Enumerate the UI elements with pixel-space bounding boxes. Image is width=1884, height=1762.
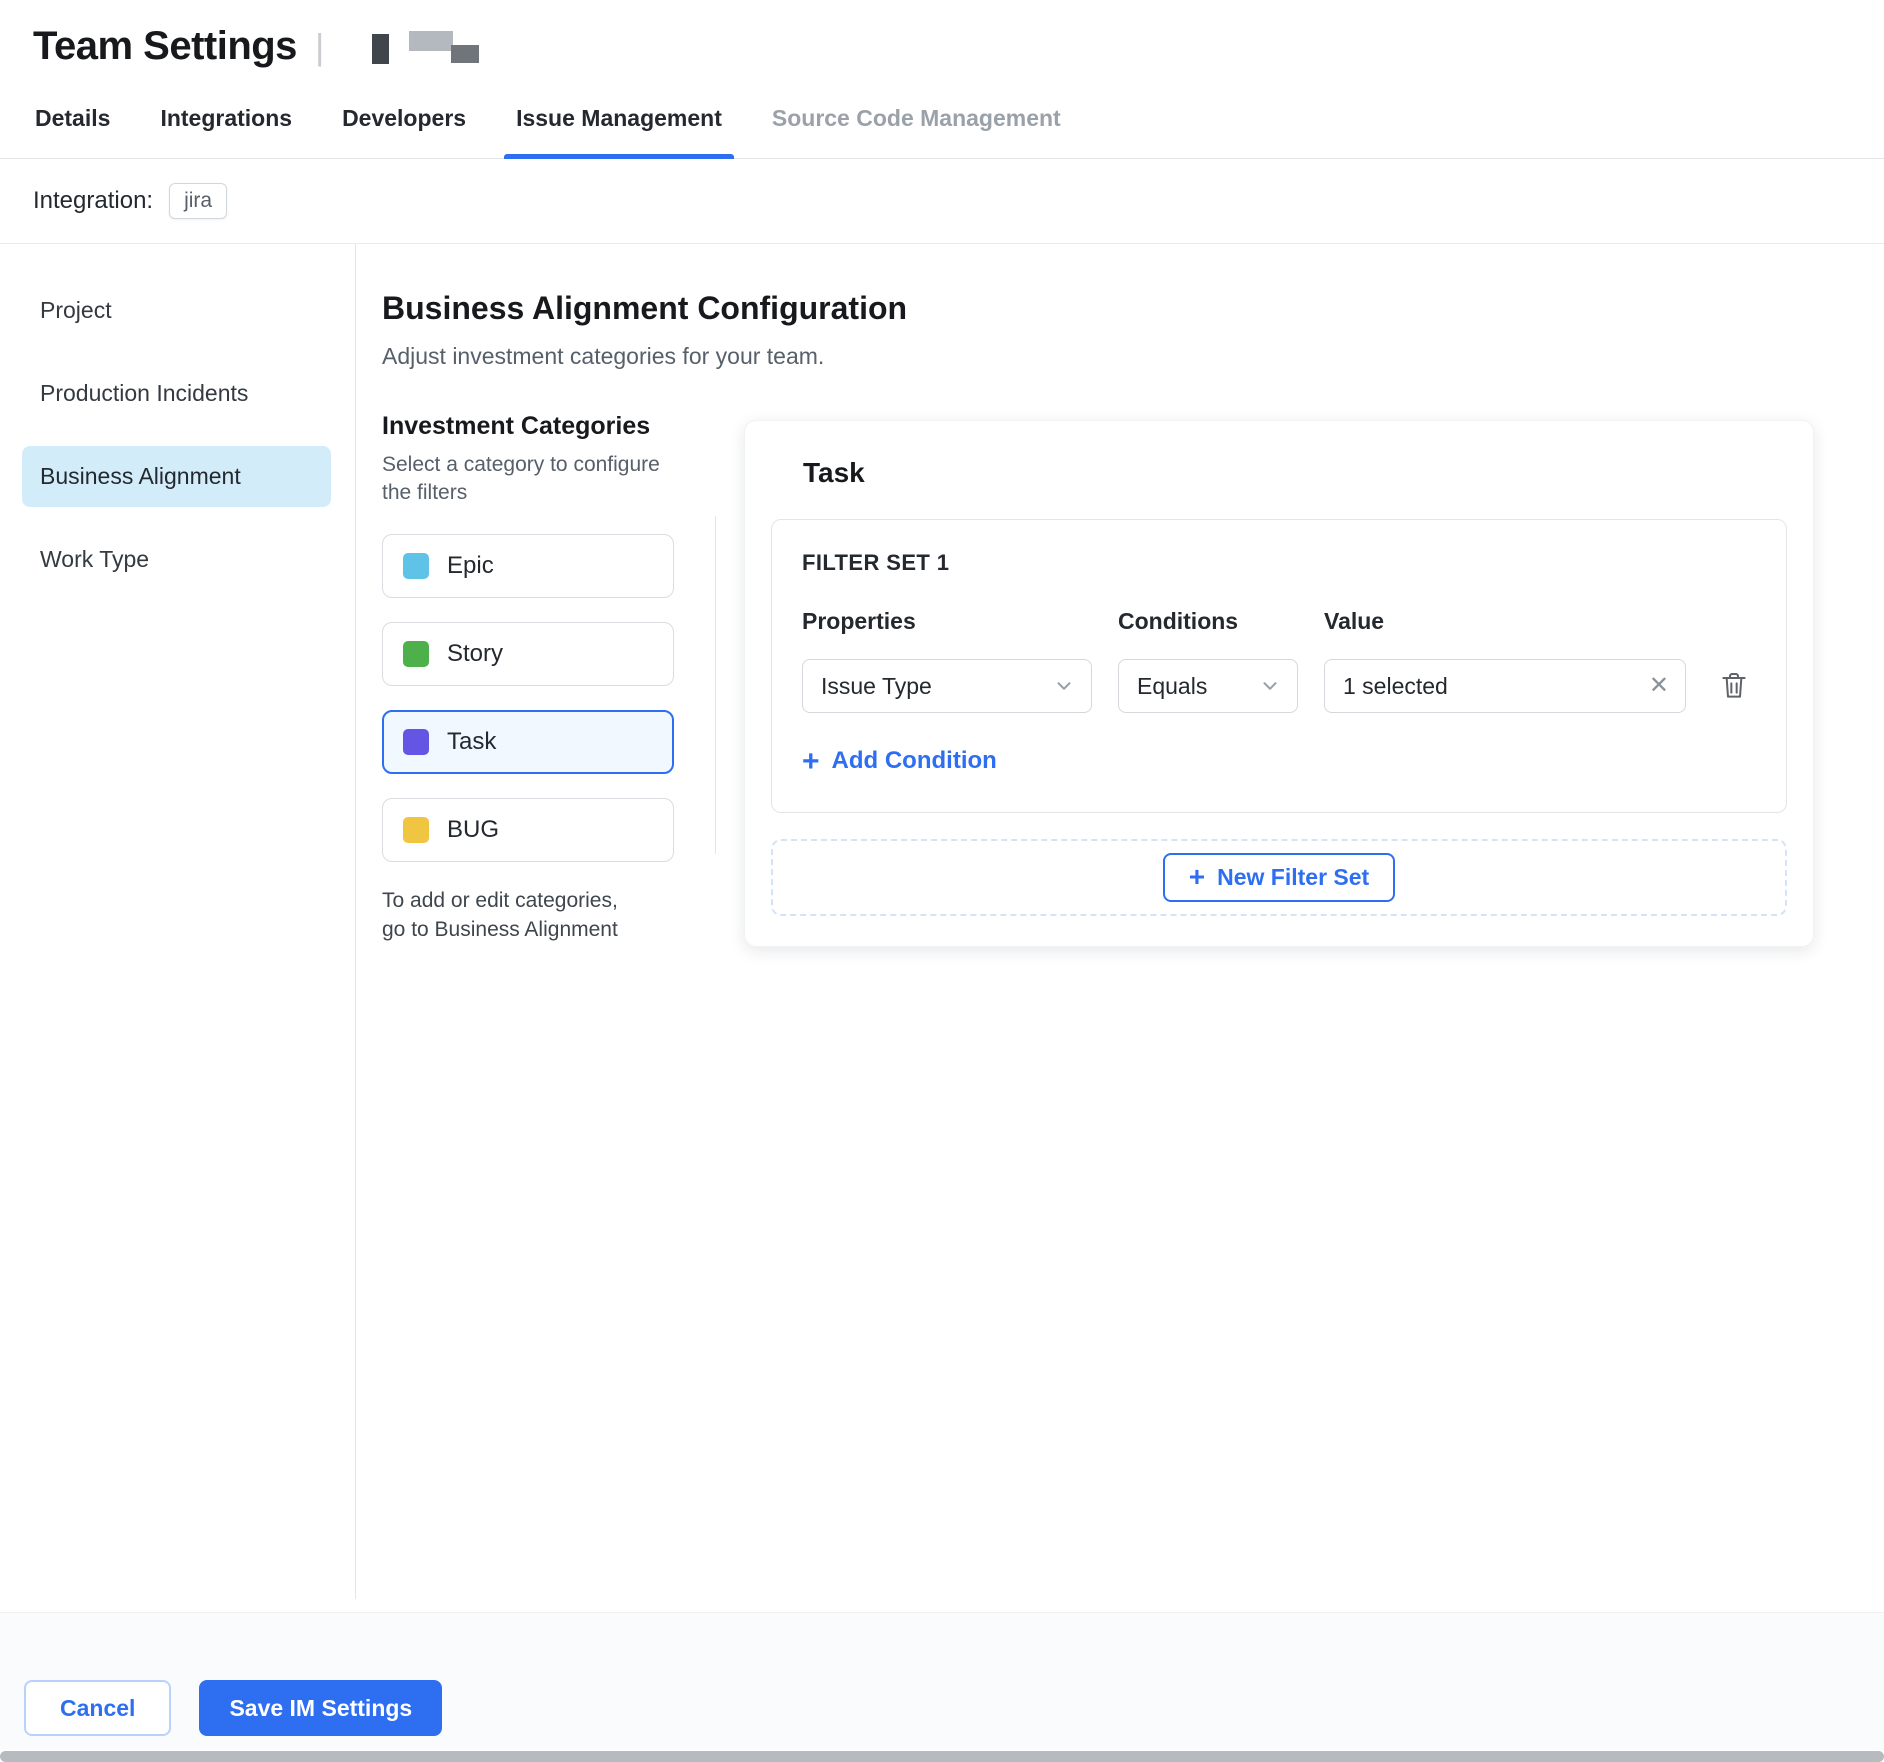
- new-filter-set-button[interactable]: + New Filter Set: [1163, 853, 1395, 902]
- chevron-down-icon: [1259, 675, 1281, 697]
- category-task[interactable]: Task: [382, 710, 674, 774]
- chevron-down-icon: [1053, 675, 1075, 697]
- tab-bar: Details Integrations Developers Issue Ma…: [0, 89, 1884, 159]
- category-label: BUG: [447, 816, 499, 844]
- tab-details[interactable]: Details: [33, 89, 112, 158]
- property-select-value: Issue Type: [821, 673, 932, 700]
- integration-chip-jira: jira: [169, 183, 227, 219]
- plus-icon: +: [802, 748, 820, 775]
- save-im-settings-button[interactable]: Save IM Settings: [199, 1680, 442, 1736]
- value-multiselect[interactable]: 1 selected ✕: [1324, 659, 1686, 713]
- sidebar-item-production-incidents[interactable]: Production Incidents: [22, 363, 331, 424]
- new-filter-set-label: New Filter Set: [1217, 864, 1369, 891]
- condition-select[interactable]: Equals: [1118, 659, 1298, 713]
- filter-set-heading: FILTER SET 1: [802, 550, 1756, 576]
- horizontal-scrollbar[interactable]: [0, 1751, 1884, 1762]
- property-select[interactable]: Issue Type: [802, 659, 1092, 713]
- tab-integrations[interactable]: Integrations: [158, 89, 294, 158]
- redacted-team-name-block: [451, 45, 479, 63]
- category-label: Task: [447, 728, 496, 756]
- category-color-swatch: [403, 553, 429, 579]
- condition-select-value: Equals: [1137, 673, 1207, 700]
- new-filter-set-zone: + New Filter Set: [771, 839, 1787, 916]
- section-title: Business Alignment Configuration: [382, 290, 1814, 327]
- category-label: Epic: [447, 552, 494, 580]
- cancel-button[interactable]: Cancel: [24, 1680, 171, 1736]
- settings-layout: Project Production Incidents Business Al…: [0, 244, 1884, 1599]
- sidebar-item-project[interactable]: Project: [22, 280, 331, 341]
- add-condition-button[interactable]: + Add Condition: [802, 747, 997, 775]
- column-header-value: Value: [1324, 608, 1686, 635]
- filter-condition-grid: Properties Conditions Value Issue Type E…: [802, 608, 1756, 713]
- sidebar-item-business-alignment[interactable]: Business Alignment: [22, 446, 331, 507]
- filter-configuration-panel: Task FILTER SET 1 Properties Conditions …: [744, 412, 1814, 947]
- filter-set-1: FILTER SET 1 Properties Conditions Value…: [771, 519, 1787, 813]
- section-subtitle: Adjust investment categories for your te…: [382, 343, 1814, 370]
- investment-categories-panel: Investment Categories Select a category …: [382, 412, 716, 944]
- categories-footnote: To add or edit categories, go to Busines…: [382, 886, 634, 945]
- redacted-team-name-block: [409, 31, 453, 51]
- integration-label: Integration:: [33, 187, 153, 215]
- team-settings-page: Team Settings | Details Integrations Dev…: [0, 0, 1884, 1599]
- delete-condition-cell: [1712, 670, 1756, 702]
- category-color-swatch: [403, 641, 429, 667]
- categories-hint: Select a category to configure the filte…: [382, 451, 674, 508]
- tab-issue-management[interactable]: Issue Management: [514, 89, 724, 158]
- value-select-value: 1 selected: [1343, 673, 1448, 700]
- header: Team Settings |: [0, 0, 1884, 73]
- column-header-properties: Properties: [802, 608, 1092, 635]
- add-condition-label: Add Condition: [832, 747, 997, 775]
- integration-row: Integration: jira: [0, 159, 1884, 244]
- panel-title: Task: [803, 457, 1787, 489]
- category-label: Story: [447, 640, 503, 668]
- redacted-team-name-block: [372, 34, 389, 64]
- page-title: Team Settings: [33, 24, 297, 69]
- clear-icon[interactable]: ✕: [1649, 674, 1669, 698]
- category-list: Epic Story Task BUG: [382, 534, 674, 862]
- trash-icon[interactable]: [1718, 670, 1750, 702]
- active-tab-underline: [504, 154, 734, 159]
- category-epic[interactable]: Epic: [382, 534, 674, 598]
- category-story[interactable]: Story: [382, 622, 674, 686]
- plus-icon: +: [1189, 864, 1205, 889]
- tab-source-code-management[interactable]: Source Code Management: [770, 89, 1063, 158]
- configuration-content: Investment Categories Select a category …: [382, 412, 1814, 947]
- categories-title: Investment Categories: [382, 412, 674, 441]
- task-filter-card: Task FILTER SET 1 Properties Conditions …: [744, 420, 1814, 947]
- column-header-conditions: Conditions: [1118, 608, 1298, 635]
- settings-sidebar: Project Production Incidents Business Al…: [0, 244, 356, 1599]
- category-bug[interactable]: BUG: [382, 798, 674, 862]
- tab-developers[interactable]: Developers: [340, 89, 468, 158]
- title-separator: |: [315, 26, 324, 68]
- category-color-swatch: [403, 729, 429, 755]
- sidebar-item-work-type[interactable]: Work Type: [22, 529, 331, 590]
- footer-action-bar: Cancel Save IM Settings: [0, 1612, 1884, 1750]
- category-color-swatch: [403, 817, 429, 843]
- tab-issue-management-label: Issue Management: [516, 105, 722, 131]
- main-content: Business Alignment Configuration Adjust …: [356, 244, 1884, 1599]
